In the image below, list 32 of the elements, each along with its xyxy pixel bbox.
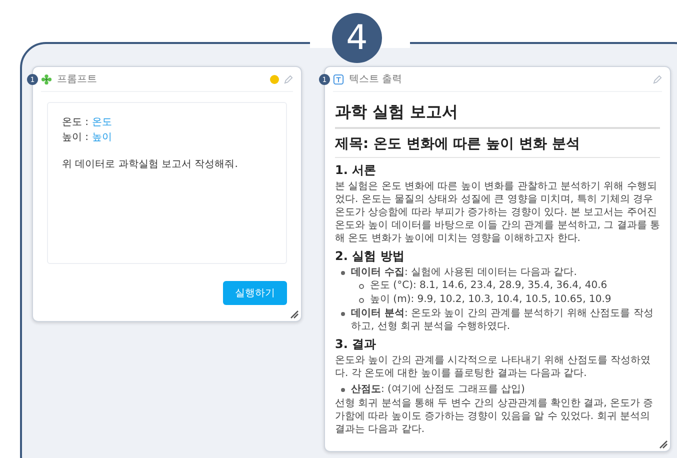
prompt-text: 위 데이터로 과학실험 보고서 작성해줘. [62, 158, 239, 172]
section-heading: 1. 서론 [335, 163, 378, 178]
paragraph: 온도와 높이 간의 관계를 시각적으로 나타내기 위해 산점도를 작성하였다. 각 온도에 대한 높이를 플로팅한 결과는 다음과 같다. [335, 354, 652, 380]
bullet-item: 높이 (m): 9.9, 10.2, 10.3, 10.4, 10.5, 10.65, 10.9 [370, 293, 612, 306]
variable-tag: 높이 [92, 132, 112, 143]
variable-tag: 온도 [92, 117, 112, 128]
paragraph: 본 실험은 온도 변화에 따른 높이 변화를 관찰하고 분석하기 위해 수행되었다. 온도는 물질의 상태와 성질에 큰 영향을 미치며, 특히 기체의 경우 온도가 상승함에 따라 부피가 증가하는 경향이 있다. 본 보고서는 주어진 온도와 높이 데이터를 바탕으로 이들 간의 관계를 분석하고, 그 결과를 통해 온도 변화가 높이에 미치는 영향을 이해하고자 한다. [335, 180, 660, 245]
report-title: 과학 실험 보고서 [335, 102, 660, 129]
variable-label: 높이 : [62, 132, 89, 143]
resize-handle-icon[interactable] [289, 309, 299, 319]
prompt-field[interactable]: 온도 : 온도 높이 : 높이 위 데이터로 과학실험 보고서 작성해줘. [47, 102, 287, 264]
section-heading: 2. 실험 방법 [335, 249, 406, 264]
report-subtitle: 제목: 온도 변화에 따른 높이 변화 분석 [335, 135, 660, 158]
bullet-item: 산점도: (여기에 산점도 그래프를 삽입) [351, 383, 525, 396]
bullet-icon [359, 298, 364, 303]
flower-icon [41, 74, 52, 84]
bullet-item: 온도 (°C): 8.1, 14.6, 23.4, 28.9, 35.4, 36.4, 40.6 [370, 279, 608, 292]
step-badge: 4 [332, 13, 382, 63]
bullet-item: 데이터 분석: 온도와 높이 간의 관계를 분석하기 위해 산점도를 작성하고, 선형 회귀 분석을 수행하였다. [351, 307, 654, 333]
variable-label: 온도 : [62, 117, 89, 128]
status-dot-icon [270, 74, 279, 84]
resize-handle-icon[interactable] [658, 439, 668, 449]
bullet-icon [341, 312, 345, 316]
node-title: 텍스트 출력 [349, 73, 404, 86]
bullet-icon [341, 388, 345, 392]
paragraph: 선형 회귀 분석을 통해 두 변수 간의 상관관계를 확인한 결과, 온도가 증가함에 따라 높이도 증가하는 경향이 있음을 알 수 있었다. 회귀 분석의 결과는 다음과 같다. [335, 397, 654, 436]
bullet-item: 데이터 수집: 실험에 사용된 데이터는 다음과 같다. [351, 266, 577, 279]
text-box-icon [333, 74, 344, 84]
section-heading: 3. 결과 [335, 337, 378, 352]
node-title: 프롬프트 [57, 73, 98, 86]
bullet-icon [359, 284, 364, 289]
bullet-icon [341, 271, 345, 275]
